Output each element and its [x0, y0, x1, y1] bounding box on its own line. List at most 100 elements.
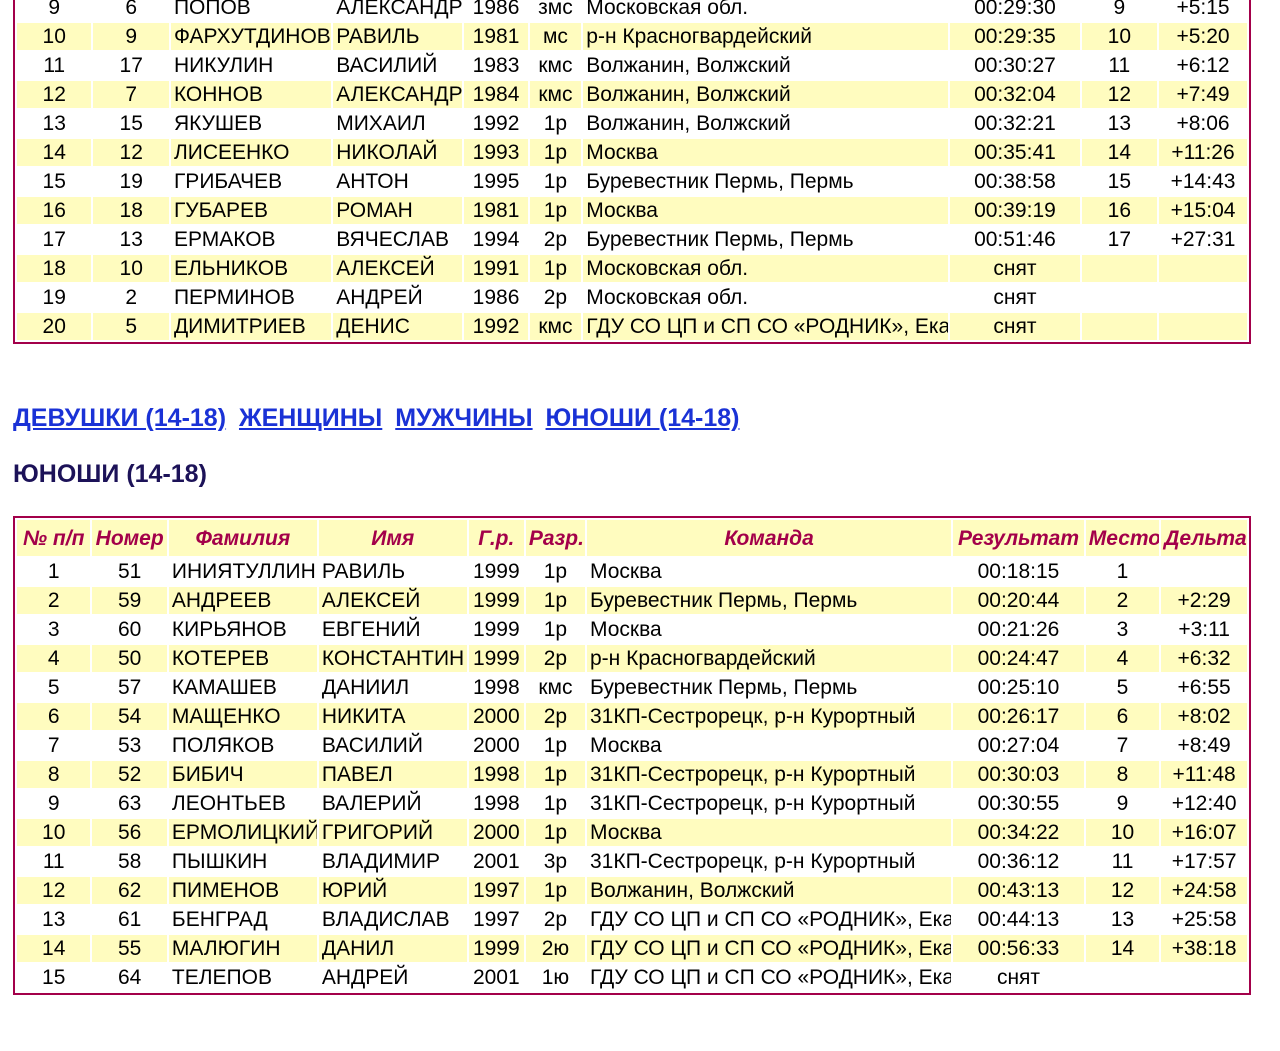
- cell-rank: 1р: [529, 168, 582, 195]
- cell-surname: ПИМЕНОВ: [168, 877, 317, 904]
- cell-birth-year: 1997: [468, 906, 524, 933]
- cell-birth-year: 1986: [464, 0, 528, 21]
- cell-result: 00:27:04: [953, 732, 1084, 759]
- cell-delta: +24:58: [1161, 877, 1247, 904]
- cell-delta: +38:18: [1161, 935, 1247, 962]
- cell-rank: 1р: [529, 255, 582, 282]
- header-place: Место: [1085, 520, 1160, 556]
- cell-rank: 1р: [529, 139, 582, 166]
- table-row: 12 62 ПИМЕНОВ ЮРИЙ 1997 1р Волжанин, Волжский 0…: [17, 877, 1247, 904]
- cell-team: Буревестник Пермь, Пермь: [583, 168, 949, 195]
- cell-surname: БЕНГРАД: [168, 906, 317, 933]
- cell-surname: БИБИЧ: [168, 761, 317, 788]
- cell-name: ВАСИЛИЙ: [318, 732, 467, 759]
- cell-place: [1081, 284, 1158, 311]
- cell-result: 00:56:33: [953, 935, 1084, 962]
- cell-birth-year: 1998: [468, 761, 524, 788]
- cell-rank: 1р: [529, 110, 582, 137]
- cell-surname: ГУБАРЕВ: [170, 197, 332, 224]
- cell-rank: 2р: [529, 226, 582, 253]
- cell-rank: кмс: [525, 674, 585, 701]
- cell-result: 00:51:46: [950, 226, 1080, 253]
- nav-link-women[interactable]: ЖЕНЩИНЫ: [239, 404, 382, 432]
- nav-link-boys[interactable]: ЮНОШИ (14-18): [546, 404, 740, 432]
- cell-birth-year: 1999: [468, 587, 524, 614]
- nav-link-girls[interactable]: ДЕВУШКИ (14-18): [13, 404, 226, 432]
- table-row: 11 17 НИКУЛИН ВАСИЛИЙ 1983 кмс Волжанин, Волжс…: [17, 52, 1247, 79]
- cell-no: 5: [17, 674, 91, 701]
- cell-name: ЕВГЕНИЙ: [318, 616, 467, 643]
- cell-place: 1: [1085, 558, 1160, 585]
- cell-result: 00:43:13: [953, 877, 1084, 904]
- cell-rank: змс: [529, 0, 582, 21]
- cell-birth-year: 2001: [468, 964, 524, 991]
- table-row: 3 60 КИРЬЯНОВ ЕВГЕНИЙ 1999 1р Москва 00:21:26 3 +…: [17, 616, 1247, 643]
- cell-rank: 1р: [525, 819, 585, 846]
- table-row: 9 63 ЛЕОНТЬЕВ ВАЛЕРИЙ 1998 1р 31КП-Сестрорецк,…: [17, 790, 1247, 817]
- cell-delta: +16:07: [1161, 819, 1247, 846]
- table-row: 10 9 ФАРХУТДИНОВ РАВИЛЬ 1981 мс р-н Красногвар…: [17, 23, 1247, 50]
- header-name: Имя: [318, 520, 467, 556]
- nav-link-men[interactable]: МУЖЧИНЫ: [395, 404, 532, 432]
- cell-surname: ЛИСЕЕНКО: [170, 139, 332, 166]
- cell-team: ГДУ СО ЦП и СП СО «РОДНИК», Екат: [587, 906, 952, 933]
- cell-no: 15: [17, 168, 92, 195]
- table-row: 2 59 АНДРЕЕВ АЛЕКСЕЙ 1999 1р Буревестник Пермь…: [17, 587, 1247, 614]
- cell-delta: +7:49: [1159, 81, 1247, 108]
- cell-surname: КОТЕРЕВ: [168, 645, 317, 672]
- cell-team: Буревестник Пермь, Пермь: [583, 226, 949, 253]
- cell-delta: +2:29: [1161, 587, 1247, 614]
- cell-no: 14: [17, 139, 92, 166]
- cell-delta: +15:04: [1159, 197, 1247, 224]
- cell-no: 14: [17, 935, 91, 962]
- cell-surname: КОННОВ: [170, 81, 332, 108]
- cell-bib: 54: [92, 703, 167, 730]
- cell-name: АНДРЕЙ: [333, 284, 463, 311]
- cell-birth-year: 1986: [464, 284, 528, 311]
- cell-team: Москва: [587, 819, 952, 846]
- cell-bib: 50: [92, 645, 167, 672]
- cell-place: 13: [1085, 906, 1160, 933]
- cell-no: 7: [17, 732, 91, 759]
- cell-rank: 2р: [525, 906, 585, 933]
- cell-rank: 1р: [525, 616, 585, 643]
- cell-name: ПАВЕЛ: [318, 761, 467, 788]
- cell-result: 00:24:47: [953, 645, 1084, 672]
- cell-birth-year: 1992: [464, 313, 528, 340]
- cell-place: 10: [1081, 23, 1158, 50]
- cell-birth-year: 1993: [464, 139, 528, 166]
- cell-rank: 1р: [525, 790, 585, 817]
- cell-result: снят: [950, 313, 1080, 340]
- table-row: 13 61 БЕНГРАД ВЛАДИСЛАВ 1997 2р ГДУ СО ЦП и СП…: [17, 906, 1247, 933]
- cell-bib: 2: [93, 284, 169, 311]
- category-nav: ДЕВУШКИ (14-18) ЖЕНЩИНЫ МУЖЧИНЫ ЮНОШИ (1…: [13, 404, 745, 433]
- table-row: 4 50 КОТЕРЕВ КОНСТАНТИН 1999 2р р-н Красногвар…: [17, 645, 1247, 672]
- cell-team: Москва: [587, 616, 952, 643]
- cell-result: 00:30:03: [953, 761, 1084, 788]
- cell-delta: [1159, 313, 1247, 340]
- cell-birth-year: 1999: [468, 616, 524, 643]
- cell-team: 31КП-Сестрорецк, р-н Курортный: [587, 761, 952, 788]
- table-row: 5 57 КАМАШЕВ ДАНИИЛ 1998 кмс Буревестник Пермь…: [17, 674, 1247, 701]
- cell-name: ВЛАДИМИР: [318, 848, 467, 875]
- cell-place: 15: [1081, 168, 1158, 195]
- cell-no: 16: [17, 197, 92, 224]
- cell-no: 3: [17, 616, 91, 643]
- cell-rank: 1р: [525, 761, 585, 788]
- cell-bib: 52: [92, 761, 167, 788]
- cell-place: [1081, 255, 1158, 282]
- header-no: № п/п: [17, 520, 91, 556]
- cell-bib: 10: [93, 255, 169, 282]
- cell-surname: АНДРЕЕВ: [168, 587, 317, 614]
- cell-place: 10: [1085, 819, 1160, 846]
- cell-birth-year: 1995: [464, 168, 528, 195]
- cell-place: 14: [1085, 935, 1160, 962]
- cell-name: АНДРЕЙ: [318, 964, 467, 991]
- cell-no: 11: [17, 848, 91, 875]
- cell-surname: ПОПОВ: [170, 0, 332, 21]
- cell-delta: +11:48: [1161, 761, 1247, 788]
- cell-rank: 1р: [529, 197, 582, 224]
- cell-surname: ЕРМАКОВ: [170, 226, 332, 253]
- cell-place: 13: [1081, 110, 1158, 137]
- cell-birth-year: 2000: [468, 703, 524, 730]
